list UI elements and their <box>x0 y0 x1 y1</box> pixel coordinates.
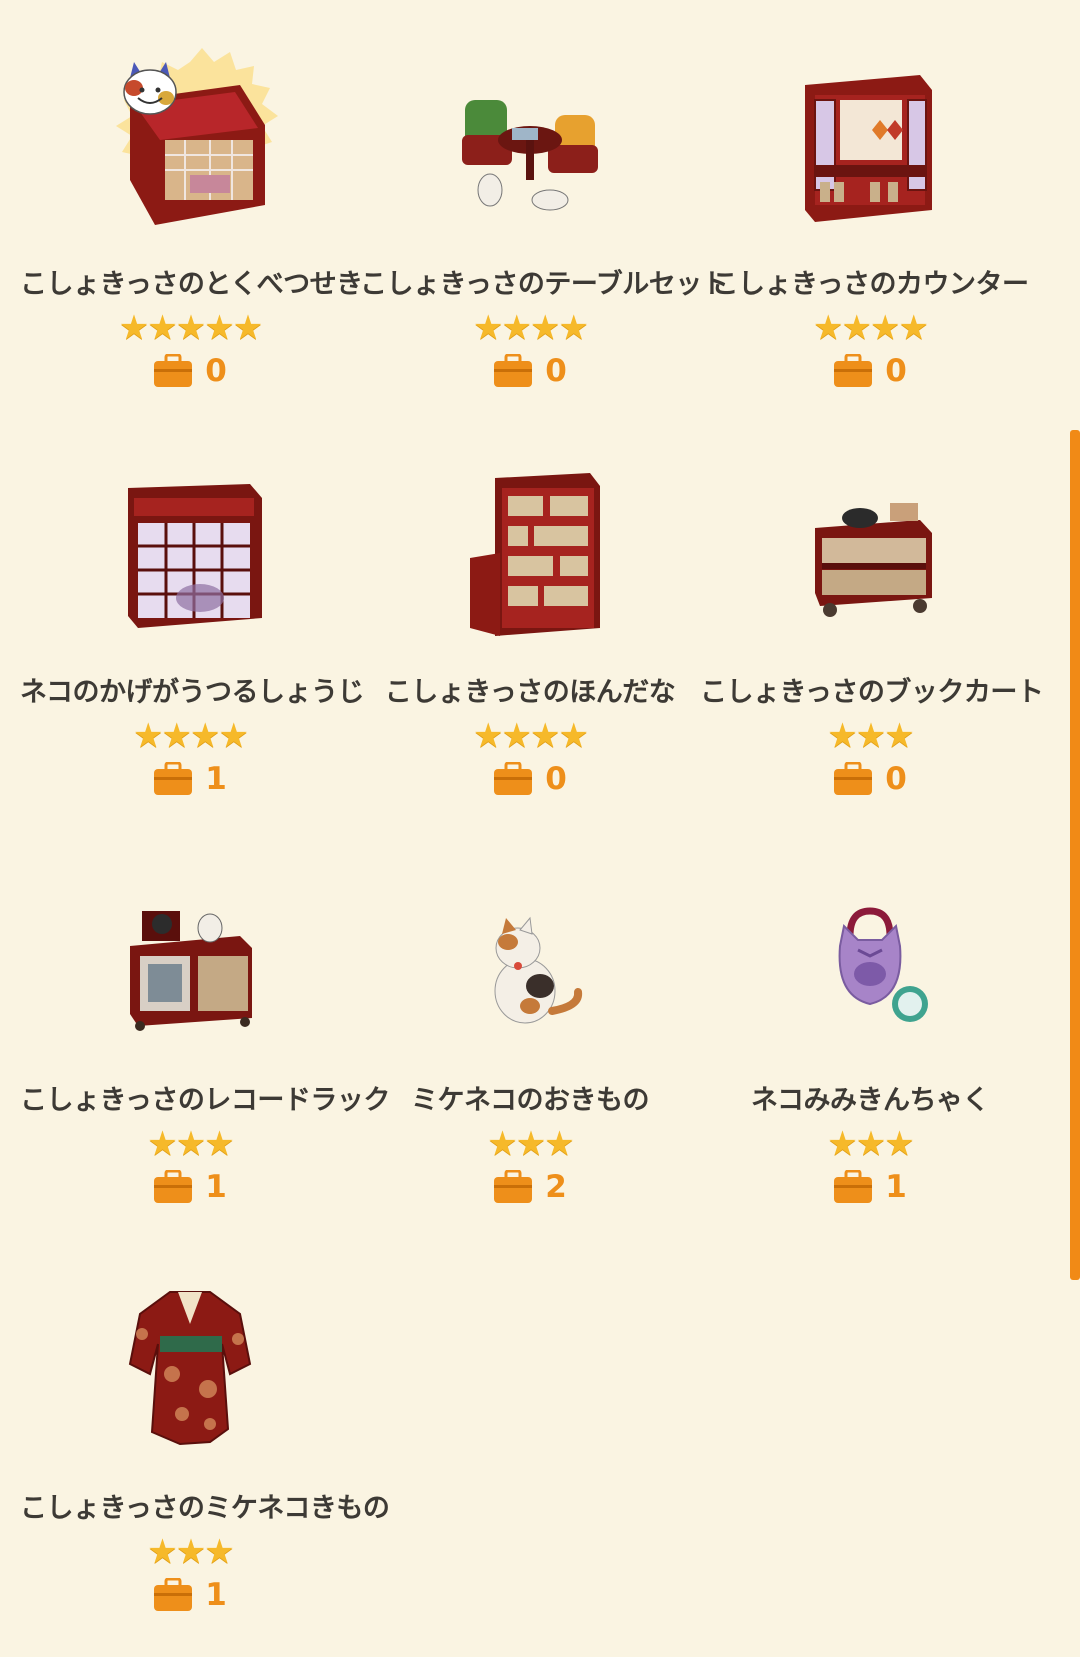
rating-stars: ★★★★ <box>473 308 589 348</box>
item-card[interactable]: ミケネコのおきもの ★★★ 2 <box>360 836 700 1244</box>
owned-count: 1 <box>20 1577 360 1613</box>
rating-stars: ★★★ <box>487 1124 574 1164</box>
record-rack-icon <box>90 856 290 1056</box>
item-card[interactable]: こしょきっさのほんだな ★★★★ 0 <box>360 428 700 836</box>
count-value: 0 <box>885 353 907 389</box>
bag-icon <box>493 1170 533 1204</box>
item-card[interactable]: ネコのかげがうつるしょうじ ★★★★ 1 <box>20 428 364 836</box>
item-grid: こしょきっさのとくべつせき ★★★★★ 0 こしょきっさのテーブルセット ★★★… <box>20 20 1044 1652</box>
tatami-room-icon <box>90 40 290 240</box>
count-value: 0 <box>205 353 227 389</box>
bag-icon <box>833 354 873 388</box>
bag-icon <box>833 762 873 796</box>
item-name: こしょきっさのブックカート <box>700 677 1044 708</box>
item-name: こしょきっさのミケネコきもの <box>20 1493 390 1524</box>
count-value: 1 <box>205 1169 227 1205</box>
item-name: ネコのかげがうつるしょうじ <box>20 677 364 708</box>
bag-icon <box>153 1578 193 1612</box>
scrollbar[interactable] <box>1070 430 1080 1280</box>
bag-icon <box>493 762 533 796</box>
item-name: こしょきっさのほんだな <box>384 677 676 708</box>
count-value: 0 <box>545 353 567 389</box>
owned-count: 2 <box>360 1169 700 1205</box>
item-card[interactable]: こしょきっさのブックカート ★★★ 0 <box>700 428 1044 836</box>
bookshelf-icon <box>430 448 630 648</box>
item-name: ネコみみきんちゃく <box>751 1085 989 1116</box>
counter-icon <box>770 40 970 240</box>
rating-stars: ★★★ <box>827 716 914 756</box>
table-set-icon <box>430 40 630 240</box>
owned-count: 0 <box>360 761 700 797</box>
count-value: 0 <box>885 761 907 797</box>
count-value: 1 <box>205 1577 227 1613</box>
bag-icon <box>153 1170 193 1204</box>
owned-count: 0 <box>20 353 360 389</box>
owned-count: 0 <box>360 353 700 389</box>
shoji-screen-icon <box>90 448 290 648</box>
item-card[interactable]: こしょきっさのとくべつせき ★★★★★ 0 <box>20 20 363 428</box>
calico-cat-figurine-icon <box>430 856 630 1056</box>
count-value: 2 <box>545 1169 567 1205</box>
count-value: 0 <box>545 761 567 797</box>
item-card[interactable]: こしょきっさのレコードラック ★★★ 1 <box>20 836 390 1244</box>
item-name: こしょきっさのレコードラック <box>20 1085 390 1116</box>
kimono-icon <box>90 1264 290 1464</box>
cat-ear-pouch-icon <box>770 856 970 1056</box>
item-card[interactable]: こしょきっさのミケネコきもの ★★★ 1 <box>20 1244 390 1652</box>
item-card[interactable]: こしょきっさのテーブルセット ★★★★ 0 <box>360 20 729 428</box>
book-cart-icon <box>770 448 970 648</box>
rating-stars: ★★★★★ <box>118 308 263 348</box>
owned-count: 0 <box>700 761 1040 797</box>
owned-count: 1 <box>700 1169 1040 1205</box>
item-name: こしょきっさのとくべつせき <box>20 269 363 300</box>
item-name: こしょきっさのテーブルセット <box>360 269 729 300</box>
rating-stars: ★★★ <box>147 1124 234 1164</box>
rating-stars: ★★★ <box>827 1124 914 1164</box>
bag-icon <box>833 1170 873 1204</box>
rating-stars: ★★★ <box>147 1532 234 1572</box>
item-name: ミケネコのおきもの <box>411 1085 649 1116</box>
bag-icon <box>153 762 193 796</box>
item-card[interactable]: ネコみみきんちゃく ★★★ 1 <box>700 836 1040 1244</box>
rating-stars: ★★★★ <box>473 716 589 756</box>
owned-count: 1 <box>20 761 360 797</box>
rating-stars: ★★★★ <box>813 308 929 348</box>
owned-count: 0 <box>700 353 1040 389</box>
item-name: こしょきっさのカウンター <box>711 269 1029 300</box>
count-value: 1 <box>205 761 227 797</box>
owned-count: 1 <box>20 1169 360 1205</box>
bag-icon <box>493 354 533 388</box>
item-card[interactable]: こしょきっさのカウンター ★★★★ 0 <box>700 20 1040 428</box>
rating-stars: ★★★★ <box>133 716 249 756</box>
count-value: 1 <box>885 1169 907 1205</box>
bag-icon <box>153 354 193 388</box>
